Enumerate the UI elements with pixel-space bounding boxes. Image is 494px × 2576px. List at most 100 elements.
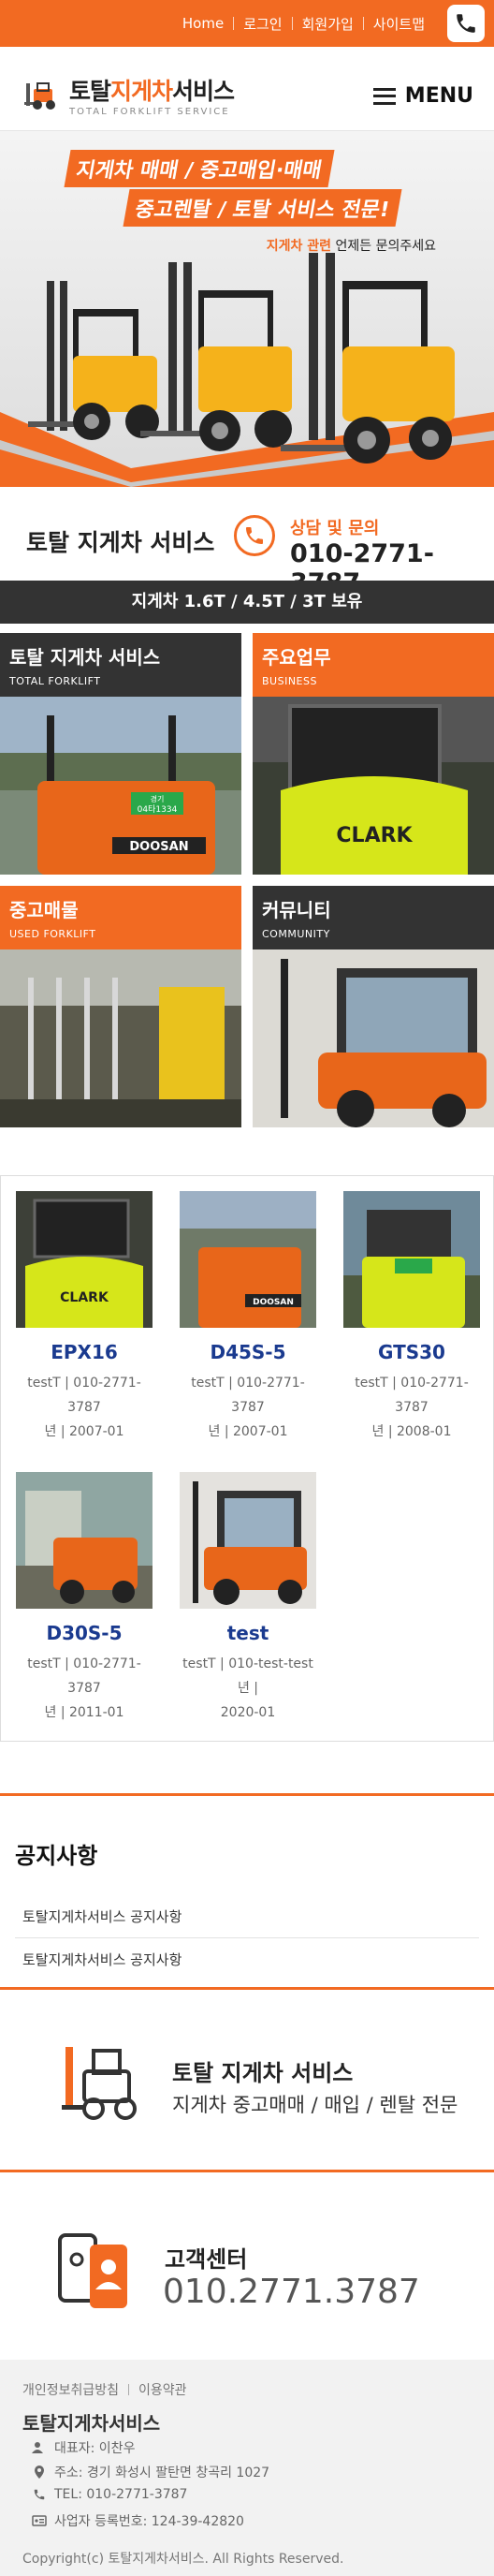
nav-login-link[interactable]: 로그인: [234, 14, 291, 34]
product-meta-line: 년 | 2007-01: [208, 1424, 288, 1439]
customer-center-title: 고객센터: [165, 2246, 248, 2273]
footer-biz-text: 사업자 등록번호: 124-39-42820: [54, 2514, 244, 2529]
hamburger-icon: [372, 87, 396, 105]
product-card[interactable]: DOOSAN D45S-5 testT | 010-2771-3787 년 | 2…: [178, 1191, 318, 1444]
footer-links: 개인정보취급방침 이용약관: [22, 2380, 187, 2399]
service-banner[interactable]: 토탈 지게차 서비스 지게차 중고매매 / 매입 / 렌탈 전문: [0, 1995, 494, 2172]
tile-total-forklift[interactable]: 토탈 지게차 서비스 TOTAL FORKLIFT DOOSAN 경기 04타1…: [0, 633, 241, 875]
contact-label: 상담 및 문의: [290, 519, 380, 538]
product-card[interactable]: CLARK EPX16 testT | 010-2771-3787 년 | 200…: [14, 1191, 154, 1444]
phone-icon: [457, 14, 475, 33]
tile-used-forklift[interactable]: 중고매물 USED FORKLIFT: [0, 886, 241, 1127]
phone-circle-icon[interactable]: [234, 515, 275, 556]
hero-note-text: 언제든 문의주세요: [331, 239, 436, 254]
product-meta-line: testT | 010-test-test년 |: [182, 1656, 313, 1696]
doosan-forklift-photo: DOOSAN 경기 04타1334: [0, 697, 241, 875]
doosan-brand-text: DOOSAN: [129, 840, 188, 854]
product-name[interactable]: test: [178, 1622, 318, 1644]
product-name[interactable]: GTS30: [341, 1341, 482, 1363]
forklift-group-image: [28, 253, 455, 464]
product-meta-line: testT | 010-2771-3787: [191, 1376, 305, 1415]
product-meta-line: 년 | 2007-01: [44, 1424, 124, 1439]
product-card[interactable]: GTS30 testT | 010-2771-3787 년 | 2008-01: [341, 1191, 482, 1444]
menu-button[interactable]: MENU: [372, 84, 473, 108]
product-meta-line: testT | 010-2771-3787: [27, 1376, 141, 1415]
product-meta: testT | 010-2771-3787 년 | 2011-01: [14, 1652, 154, 1725]
top-bar: Home 로그인 회원가입 사이트맵: [0, 0, 494, 47]
site-footer: 개인정보취급방침 이용약관 토탈지게차서비스 대표자: 이찬우 주소: 경기 화…: [0, 2360, 494, 2576]
privacy-policy-link[interactable]: 개인정보취급방침: [22, 2380, 119, 2399]
product-listing: CLARK EPX16 testT | 010-2771-3787 년 | 200…: [0, 1175, 494, 1742]
product-card[interactable]: D30S-5 testT | 010-2771-3787 년 | 2011-01: [14, 1472, 154, 1725]
id-card-icon: [32, 2515, 47, 2526]
site-header: 토탈지게차서비스 TOTAL FORKLIFT SERVICE MENU: [0, 47, 494, 131]
product-name[interactable]: D45S-5: [178, 1341, 318, 1363]
product-card[interactable]: test testT | 010-test-test년 | 2020-01: [178, 1472, 318, 1725]
tile-title: 중고매물: [9, 899, 79, 921]
tile-title: 커뮤니티: [262, 899, 331, 921]
plate-region-text: 경기: [151, 794, 165, 803]
person-icon: [32, 2442, 43, 2453]
location-icon: [35, 2466, 44, 2479]
footer-tel-text: TEL: 010-2771-3787: [54, 2487, 188, 2502]
notice-title: 공지사항: [15, 1843, 98, 1869]
menu-label: MENU: [404, 84, 473, 108]
customer-center-banner[interactable]: 고객센터 010.2771.3787: [0, 2175, 494, 2359]
product-meta-line: testT | 010-2771-3787: [27, 1656, 141, 1696]
tile-title: 토탈 지게차 서비스: [9, 646, 161, 669]
footer-company-name: 토탈지게차서비스: [22, 2412, 161, 2435]
footer-copyright: Copyright(c) 토탈지게차서비스. All Rights Reserv…: [22, 2552, 344, 2567]
phone-call-button[interactable]: [447, 5, 485, 42]
forklift-logo-icon: [24, 81, 55, 110]
terms-link[interactable]: 이용약관: [138, 2380, 187, 2399]
product-thumbnail: [343, 1191, 480, 1328]
footer-biz-number: 사업자 등록번호: 124-39-42820: [32, 2511, 244, 2530]
nav-join-link[interactable]: 회원가입: [293, 14, 363, 34]
tile-business[interactable]: 주요업무 BUSINESS CLARK: [253, 633, 494, 875]
logo-title: 토탈지게차서비스: [69, 73, 235, 107]
mobile-phone-icon: [58, 2233, 127, 2308]
tile-subtitle: BUSINESS: [262, 675, 317, 687]
product-meta-line: testT | 010-2771-3787: [355, 1376, 469, 1415]
product-thumbnail: [16, 1472, 153, 1609]
tile-subtitle: USED FORKLIFT: [9, 928, 96, 940]
hero-headline-2: 중고렌탈 / 토탈 서비스 전문!: [123, 189, 402, 227]
top-nav: Home 로그인 회원가입 사이트맵: [173, 0, 434, 47]
product-name[interactable]: EPX16: [14, 1341, 154, 1363]
hero-headline-1: 지게차 매매 / 중고매입·매매: [64, 150, 335, 187]
notice-item[interactable]: 토탈지게차서비스 공지사항: [15, 1895, 479, 1938]
phone-icon: [34, 2489, 45, 2500]
customer-center-number[interactable]: 010.2771.3787: [163, 2273, 420, 2311]
product-thumbnail: [180, 1472, 316, 1609]
tile-subtitle: COMMUNITY: [262, 928, 330, 940]
notice-item[interactable]: 토탈지게차서비스 공지사항: [15, 1938, 479, 1981]
notice-section: 공지사항 토탈지게차서비스 공지사항 토탈지게차서비스 공지사항: [0, 1793, 494, 1990]
product-meta-line: 년 | 2011-01: [44, 1705, 124, 1720]
product-name[interactable]: D30S-5: [14, 1622, 154, 1644]
clark-brand-text: CLARK: [60, 1290, 109, 1305]
plate-number-text: 04타1334: [138, 804, 178, 815]
tile-community[interactable]: 커뮤니티 COMMUNITY: [253, 886, 494, 1127]
footer-ceo-text: 대표자: 이찬우: [54, 2441, 136, 2456]
site-logo[interactable]: 토탈지게차서비스 TOTAL FORKLIFT SERVICE: [24, 73, 235, 117]
product-meta-line: 2020-01: [220, 1705, 276, 1720]
phone-icon: [246, 527, 263, 544]
logo-title-part: 서비스: [172, 78, 235, 105]
logo-title-highlight: 지게차: [110, 78, 173, 105]
nav-sitemap-link[interactable]: 사이트맵: [364, 14, 434, 34]
clark-brand-text: CLARK: [336, 824, 413, 847]
contact-title: 토탈 지게차 서비스: [26, 529, 215, 556]
product-thumbnail: DOOSAN: [180, 1191, 316, 1328]
stock-bar: 지게차 1.6T / 4.5T / 3T 보유: [0, 581, 494, 624]
nav-home-link[interactable]: Home: [173, 15, 233, 32]
clark-forklift-photo: CLARK: [253, 697, 494, 875]
logo-title-part: 토탈: [69, 78, 111, 105]
hero-note: 지게차 관련 언제든 문의주세요: [267, 236, 436, 255]
footer-tel: TEL: 010-2771-3787: [32, 2487, 187, 2502]
used-forklift-photo: [0, 949, 241, 1127]
footer-address: 주소: 경기 화성시 팔탄면 창곡리 1027: [32, 2463, 269, 2481]
product-meta-line: 년 | 2008-01: [371, 1424, 452, 1439]
product-meta: testT | 010-2771-3787 년 | 2008-01: [341, 1371, 482, 1444]
contact-band: 토탈 지게차 서비스 상담 및 문의 010-2771-3787: [0, 487, 494, 597]
product-meta: testT | 010-2771-3787 년 | 2007-01: [14, 1371, 154, 1444]
